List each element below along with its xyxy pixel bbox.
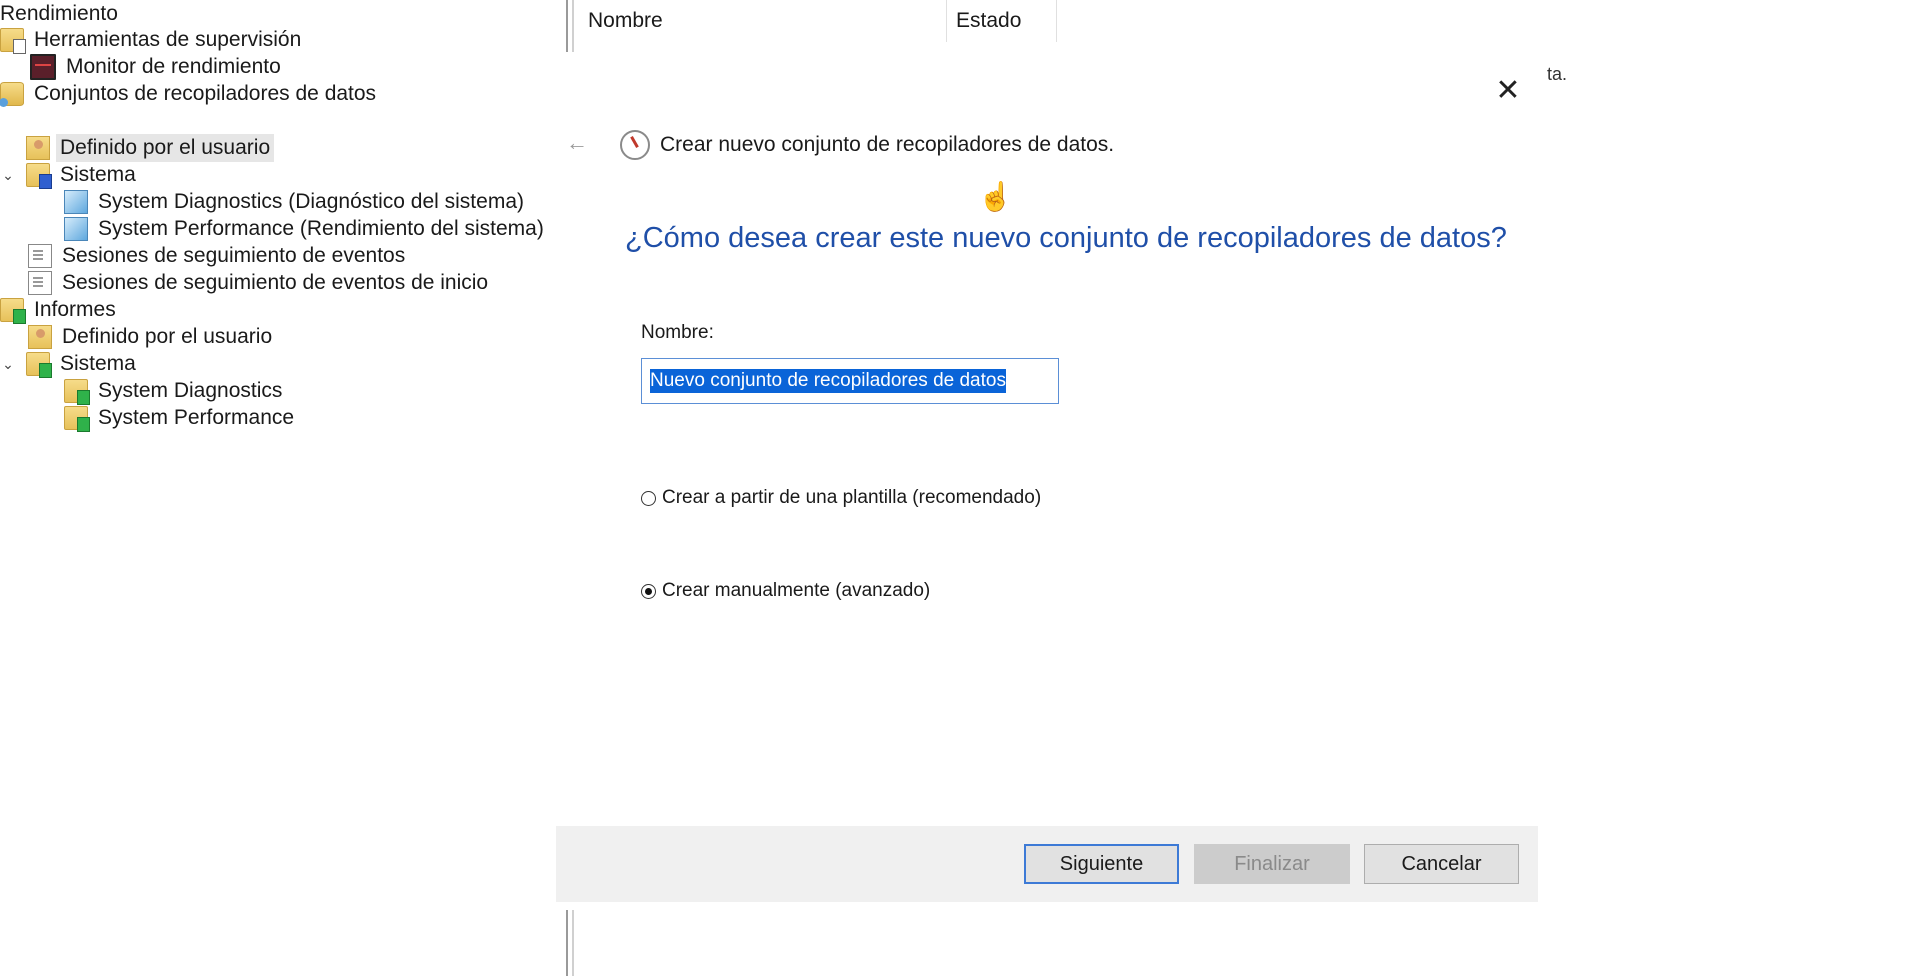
tree-item-label: Sesiones de seguimiento de eventos (62, 244, 406, 267)
tree-item-label: Definido por el usuario (62, 325, 273, 348)
report-folder-icon (64, 379, 90, 405)
tree-item-system-diagnostics[interactable]: System Diagnostics (Diagnóstico del sist… (64, 188, 528, 216)
tree-item-label: Herramientas de supervisión (34, 28, 302, 51)
radio-manual[interactable] (641, 583, 656, 599)
data-collector-icon (0, 82, 24, 107)
collector-set-icon (64, 217, 88, 241)
hand-cursor-icon: ☝ (978, 181, 1013, 212)
system-report-icon (26, 352, 52, 378)
tree-item-system-performance[interactable]: System Performance (Rendimiento del sist… (64, 215, 548, 243)
option-manual[interactable]: Crear manualmente (avanzado) (641, 580, 930, 602)
name-field[interactable]: Nuevo conjunto de recopiladores de datos (641, 358, 1059, 404)
tree-item-informes-usuario[interactable]: Definido por el usuario (28, 323, 276, 351)
tree-item-report-performance[interactable]: System Performance (64, 404, 298, 432)
reports-folder-icon (0, 298, 26, 324)
tree-item-rendimiento[interactable]: Rendimiento (0, 0, 122, 28)
splitter[interactable] (566, 0, 574, 52)
option-template-label: Crear a partir de una plantilla (recomen… (662, 487, 1042, 508)
cancel-button[interactable]: Cancelar (1364, 844, 1519, 884)
tree-item-label: System Performance (98, 406, 295, 429)
tree-item-label: Sistema (60, 163, 136, 186)
option-manual-label: Crear manualmente (avanzado) (662, 580, 931, 601)
back-arrow-icon[interactable]: ← (566, 130, 588, 156)
column-header-nombre[interactable]: Nombre (582, 0, 663, 42)
user-report-icon (28, 325, 52, 349)
splitter[interactable] (566, 908, 574, 976)
tree-item-sistema[interactable]: ⌄ Sistema (0, 161, 140, 189)
tree-item-label: System Diagnostics (98, 379, 283, 402)
tree-item-label: Informes (34, 298, 116, 321)
chevron-down-icon[interactable]: ⌄ (0, 350, 16, 378)
option-template[interactable]: Crear a partir de una plantilla (recomen… (641, 487, 1041, 509)
tree-item-label: Conjuntos de recopiladores de datos (34, 82, 377, 105)
tree-item-monitor[interactable]: Monitor de rendimiento (30, 53, 285, 81)
next-button[interactable]: Siguiente (1024, 844, 1179, 884)
tree-item-informes-sistema[interactable]: ⌄ Sistema (0, 350, 140, 378)
tree-item-label: System Performance (Rendimiento del sist… (98, 217, 544, 240)
tree-item-sesiones-eventos[interactable]: Sesiones de seguimiento de eventos (28, 242, 409, 270)
tree-item-label: Definido por el usuario (56, 134, 275, 162)
radio-template[interactable] (641, 490, 656, 506)
name-label: Nombre: (641, 322, 714, 343)
wizard-heading: ¿Cómo desea crear este nuevo conjunto de… (625, 222, 1507, 254)
performance-gauge-icon (620, 130, 650, 160)
tree-item-sesiones-inicio[interactable]: Sesiones de seguimiento de eventos de in… (28, 269, 492, 297)
close-icon[interactable]: ✕ (1492, 76, 1524, 108)
wizard-title: Crear nuevo conjunto de recopiladores de… (660, 133, 1115, 156)
tree-item-definido-usuario[interactable]: Definido por el usuario (26, 134, 275, 162)
trace-session-icon (28, 271, 52, 295)
collector-set-icon (64, 190, 88, 214)
monitor-icon (30, 54, 56, 80)
tree-item-label: Monitor de rendimiento (66, 55, 281, 78)
wizard-dialog (556, 52, 1538, 910)
tree-item-informes[interactable]: Informes (0, 296, 120, 324)
trace-session-icon (28, 244, 52, 268)
system-folder-icon (26, 163, 52, 189)
navigation-tree: Rendimiento Herramientas de supervisión … (0, 0, 560, 976)
background-text: ta. (1547, 64, 1568, 84)
chevron-down-icon[interactable]: ⌄ (0, 161, 16, 189)
folder-monitor-icon (0, 28, 26, 54)
tree-item-label: System Diagnostics (Diagnóstico del sist… (98, 190, 524, 213)
report-folder-icon (64, 406, 90, 432)
tree-item-conjuntos[interactable]: Conjuntos de recopiladores de datos (0, 80, 380, 108)
tree-item-label: Rendimiento (0, 2, 118, 25)
tree-item-report-diagnostics[interactable]: System Diagnostics (64, 377, 286, 405)
column-header-estado[interactable]: Estado (950, 0, 1021, 42)
finish-button[interactable]: Finalizar (1194, 844, 1350, 884)
column-separator[interactable] (946, 0, 947, 42)
tree-item-herramientas[interactable]: Herramientas de supervisión (0, 26, 305, 54)
tree-item-label: Sistema (60, 352, 136, 375)
tree-item-label: Sesiones de seguimiento de eventos de in… (62, 271, 489, 294)
user-folder-icon (26, 136, 50, 160)
name-field-value: Nuevo conjunto de recopiladores de datos (650, 369, 1006, 393)
column-separator[interactable] (1056, 0, 1057, 42)
